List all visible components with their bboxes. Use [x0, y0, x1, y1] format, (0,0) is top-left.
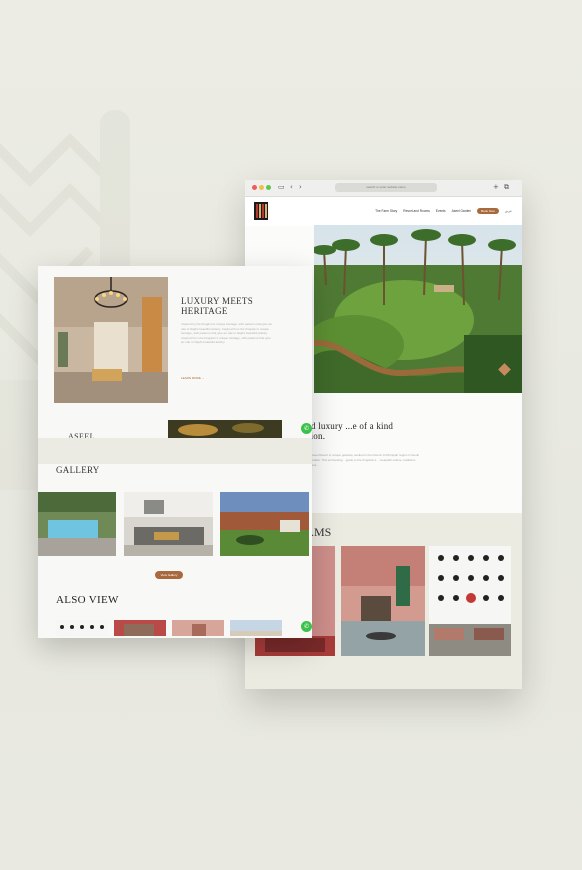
page-preview-card: LUXURY MEETS HERITAGE Inspired by the Ki… [38, 266, 312, 638]
luxury-text: Inspired by the Kingdom's unique heritag… [181, 322, 272, 345]
gallery-section: GALLERY View Gallery ALSO VIEW ✆ [38, 464, 312, 638]
close-dot[interactable] [252, 185, 257, 190]
address-bar[interactable]: search or enter website name [335, 183, 437, 192]
plus-icon[interactable]: + [493, 183, 499, 192]
gallery-photo-pool [38, 492, 116, 556]
view-gallery-button[interactable]: View Gallery [155, 571, 183, 579]
gallery-photo-living-room [124, 492, 213, 556]
section-divider [38, 438, 312, 464]
sidebar-icon[interactable]: ▭ [278, 183, 285, 192]
back-icon[interactable]: ‹ [290, 183, 293, 192]
luxury-heading: LUXURY MEETS HERITAGE [181, 296, 254, 316]
room-photo-lounge [341, 546, 425, 656]
interior-chandelier-photo [54, 277, 168, 403]
about-text: Aseel Resort is unique getaway nestled i… [311, 453, 420, 467]
nav-events[interactable]: Events [436, 209, 446, 213]
also-view-thumb-3[interactable] [172, 620, 224, 636]
nav-aseel-garden[interactable]: Aseel Garden [452, 209, 472, 213]
luxury-section: LUXURY MEETS HERITAGE Inspired by the Ki… [38, 266, 312, 441]
site-header: The Farm Story Resort and Rooms Events A… [245, 197, 522, 226]
gallery-title: GALLERY [56, 465, 100, 475]
also-view-title: ALSO VIEW [56, 594, 119, 606]
learn-more-link[interactable]: LEARN MORE → [181, 376, 205, 380]
tabs-icon[interactable]: ⧉ [504, 183, 509, 192]
also-view-thumb-2[interactable] [114, 620, 166, 636]
hero-garden-photo [314, 225, 522, 393]
browser-toolbar: ▭ ‹ › search or enter website name + ⧉ [245, 180, 522, 197]
main-menu: The Farm Story Resort and Rooms Events A… [375, 208, 512, 214]
whatsapp-icon-2[interactable]: ✆ [301, 621, 312, 632]
address-text: search or enter website name [366, 185, 406, 189]
forward-icon[interactable]: › [299, 183, 302, 192]
book-now-button[interactable]: Book Now [477, 208, 499, 214]
room-photo-wall-art [429, 546, 511, 656]
night-photo-strip [168, 420, 282, 438]
also-view-thumb-4[interactable] [230, 620, 282, 636]
also-view-thumb-1[interactable] [56, 620, 108, 636]
whatsapp-icon[interactable]: ✆ [301, 423, 312, 434]
gallery-photo-garden [220, 492, 309, 556]
resort-logo[interactable] [253, 201, 269, 221]
minimize-dot[interactable] [259, 185, 264, 190]
language-toggle[interactable]: عربي [505, 209, 512, 213]
nav-resort-rooms[interactable]: Resort and Rooms [403, 209, 430, 213]
zoom-dot[interactable] [266, 185, 271, 190]
nav-farm-story[interactable]: The Farm Story [375, 209, 397, 213]
